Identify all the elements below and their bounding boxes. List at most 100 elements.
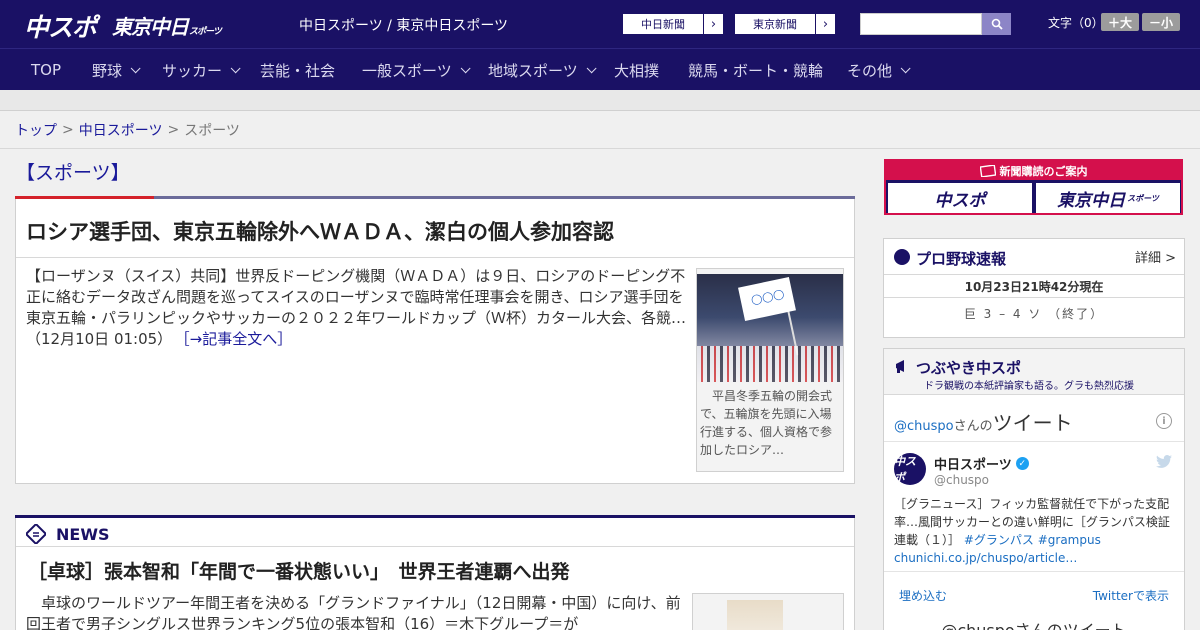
search-button[interactable] (982, 13, 1011, 35)
tweets-heading-handle[interactable]: @chuspo (894, 419, 954, 434)
nav-baseball[interactable]: 野球 (92, 49, 141, 91)
news-headline[interactable]: ［卓球］張本智和「年間で一番状態いい」 世界王者連覇へ出発 (28, 557, 570, 584)
baseball-header: プロ野球速報 詳細 > (884, 239, 1184, 275)
tweet-username[interactable]: @chuspo (934, 473, 989, 487)
divider (884, 571, 1184, 572)
promo-tokyo-chunichi[interactable]: 東京中日 スポーツ (1036, 183, 1180, 213)
breadcrumb: トップ > 中日スポーツ > スポーツ (0, 111, 1200, 149)
tweet-author-name: 中日スポーツ (934, 458, 1012, 473)
chevron-down-icon (460, 62, 471, 73)
section-title: 【スポーツ】 (16, 162, 130, 184)
tweets-heading-suffix: さんの (953, 419, 993, 434)
nav-top[interactable]: TOP (31, 49, 61, 91)
nav-label: その他 (847, 61, 893, 80)
nav-other[interactable]: その他 (847, 49, 911, 91)
chunichi-shimbun-link[interactable]: 中日新聞 › (622, 13, 724, 35)
sub-strip (0, 90, 1200, 111)
baseball-title: プロ野球速報 (916, 250, 1007, 268)
article-headline[interactable]: ロシア選手団、東京五輪除外へＷＡＤＡ、潔白の個人参加容認 (26, 216, 614, 246)
news-thumbnail[interactable] (692, 593, 844, 630)
search-icon (991, 18, 1003, 30)
nav-soccer[interactable]: サッカー (162, 49, 241, 91)
nav-label: TOP (31, 61, 62, 79)
embed-link[interactable]: 埋め込む (899, 587, 947, 604)
tweet-link[interactable]: chunichi.co.jp/chuspo/article… (894, 551, 1077, 565)
verified-badge-icon: ✓ (1015, 457, 1029, 470)
news-label: NEWS (56, 524, 110, 544)
nav-label: 地域スポーツ (488, 61, 578, 80)
tweet-hashtags[interactable]: #グランパス #grampus (964, 533, 1101, 547)
breadcrumb-chuspo[interactable]: 中日スポーツ (79, 120, 163, 140)
breadcrumb-current: スポーツ (184, 122, 240, 139)
info-icon[interactable]: i (1156, 413, 1172, 429)
chevron-down-icon (586, 62, 597, 73)
tweets-footer-heading: @chuspoさんのツイート (884, 617, 1184, 630)
ext-link-label: 中日新聞 (641, 18, 685, 31)
photo-caption: 平昌冬季五輪の開会式で、五輪旗を先頭に入場行進する、個人資格で参加したロシア… (700, 389, 833, 457)
nav-racing[interactable]: 競馬・ボート・競輪 (688, 49, 823, 91)
tweets-heading-big: ツイート (992, 411, 1073, 435)
article-accent-border (15, 196, 154, 199)
news-top-border (15, 515, 855, 518)
font-large-button[interactable]: ＋大 (1101, 13, 1139, 31)
news-photo (727, 600, 783, 630)
chevron-right-icon: › (815, 14, 835, 34)
nav-label: 野球 (92, 61, 123, 80)
tokyo-logo-sub: スポーツ (189, 27, 222, 37)
promo-title-text: 新聞購読のご案内 (999, 164, 1088, 178)
baseball-score[interactable]: 巨 3 – 4 ソ （終了） (884, 305, 1184, 322)
baseball-detail-link[interactable]: 詳細 > (1135, 247, 1176, 266)
view-on-twitter-link[interactable]: Twitterで表示 (1093, 587, 1169, 604)
article-summary: 【ローザンヌ（スイス）共同】世界反ドーピング機関（ＷＡＤＡ）は９日、ロシアのドー… (26, 267, 687, 348)
divider (16, 546, 854, 547)
divider (884, 441, 1184, 442)
tweets-subtitle: ドラ観戦の本紙評論家も語る。グラも熱烈応援 (924, 381, 1134, 392)
baseball-timestamp: 10月23日21時42分現在 (884, 276, 1184, 298)
nav-general-sports[interactable]: 一般スポーツ (362, 49, 471, 91)
tokyo-shimbun-link[interactable]: 東京新聞 › (734, 13, 836, 35)
breadcrumb-separator: > (62, 121, 74, 138)
tweets-header: つぶやき中スポ ドラ観戦の本紙評論家も語る。グラも熱烈応援 (884, 349, 1184, 395)
font-small-button[interactable]: －小 (1142, 13, 1180, 31)
chevron-down-icon (130, 62, 141, 73)
breadcrumb-top[interactable]: トップ (15, 120, 57, 140)
twitter-bird-icon[interactable] (1156, 455, 1172, 468)
promo-tokyo-sub: スポーツ (1127, 193, 1159, 203)
chuspo-logo[interactable]: 中スポ (24, 8, 97, 44)
nav-label: 一般スポーツ (362, 61, 452, 80)
tweets-heading: @chuspoさんのツイート (894, 407, 1073, 436)
subscription-promo[interactable]: 新聞購読のご案内 中スポ 東京中日 スポーツ (884, 159, 1183, 215)
athletes-crowd (697, 346, 843, 382)
chevron-down-icon (230, 62, 241, 73)
nav-label: 大相撲 (614, 61, 660, 80)
read-more-link[interactable]: ［→記事全文へ］ (182, 330, 292, 348)
article-body: 【ローザンヌ（スイス）共同】世界反ドーピング機関（ＷＡＤＡ）は９日、ロシアのドー… (26, 266, 686, 350)
pro-baseball-box: プロ野球速報 詳細 > 10月23日21時42分現在 巨 3 – 4 ソ （終了… (883, 238, 1185, 338)
newspaper-icon (979, 164, 996, 177)
news-section: NEWS ［卓球］張本智和「年間で一番状態いい」 世界王者連覇へ出発 卓球のワー… (15, 515, 855, 630)
nav-label: 芸能・社会 (260, 61, 336, 80)
font-size-label: 文字（0） (1048, 16, 1104, 30)
ext-link-label: 東京新聞 (753, 18, 797, 31)
tokyo-chunichi-logo[interactable]: 東京中日スポーツ (112, 11, 222, 40)
search-input[interactable] (860, 13, 982, 35)
site-title: 中日スポーツ / 東京中日スポーツ (299, 18, 509, 34)
baseball-icon (894, 249, 910, 265)
divider (16, 257, 854, 258)
tweet-author[interactable]: 中日スポーツ ✓ (934, 454, 1029, 473)
megaphone-icon (896, 360, 904, 373)
article-photo[interactable]: ◯◯◯ (697, 274, 843, 382)
top-header: 中スポ 東京中日スポーツ 中日スポーツ / 東京中日スポーツ 中日新聞 › 東京… (0, 0, 1200, 48)
nav-regional-sports[interactable]: 地域スポーツ (488, 49, 597, 91)
article-photo-box: ◯◯◯ 平昌冬季五輪の開会式で、五輪旗を先頭に入場行進する、個人資格で参加したロ… (696, 268, 844, 472)
nav-entertainment[interactable]: 芸能・社会 (260, 49, 335, 91)
promo-tokyo-main: 東京中日 (1057, 190, 1126, 211)
tweets-title: つぶやき中スポ (916, 359, 1022, 377)
avatar[interactable]: 中スポ (894, 453, 926, 485)
nav-sumo[interactable]: 大相撲 (614, 49, 659, 91)
tweet-text: ［グラニュース］フィッカ監督就任で下がった支配率…風間サッカーとの違い鮮明に［グ… (894, 495, 1176, 567)
promo-chuspo[interactable]: 中スポ (888, 183, 1032, 213)
featured-article: ロシア選手団、東京五輪除外へＷＡＤＡ、潔白の個人参加容認 【ローザンヌ（スイス）… (15, 196, 855, 484)
chevron-right-icon: › (703, 14, 723, 34)
nav-label: サッカー (162, 61, 223, 80)
